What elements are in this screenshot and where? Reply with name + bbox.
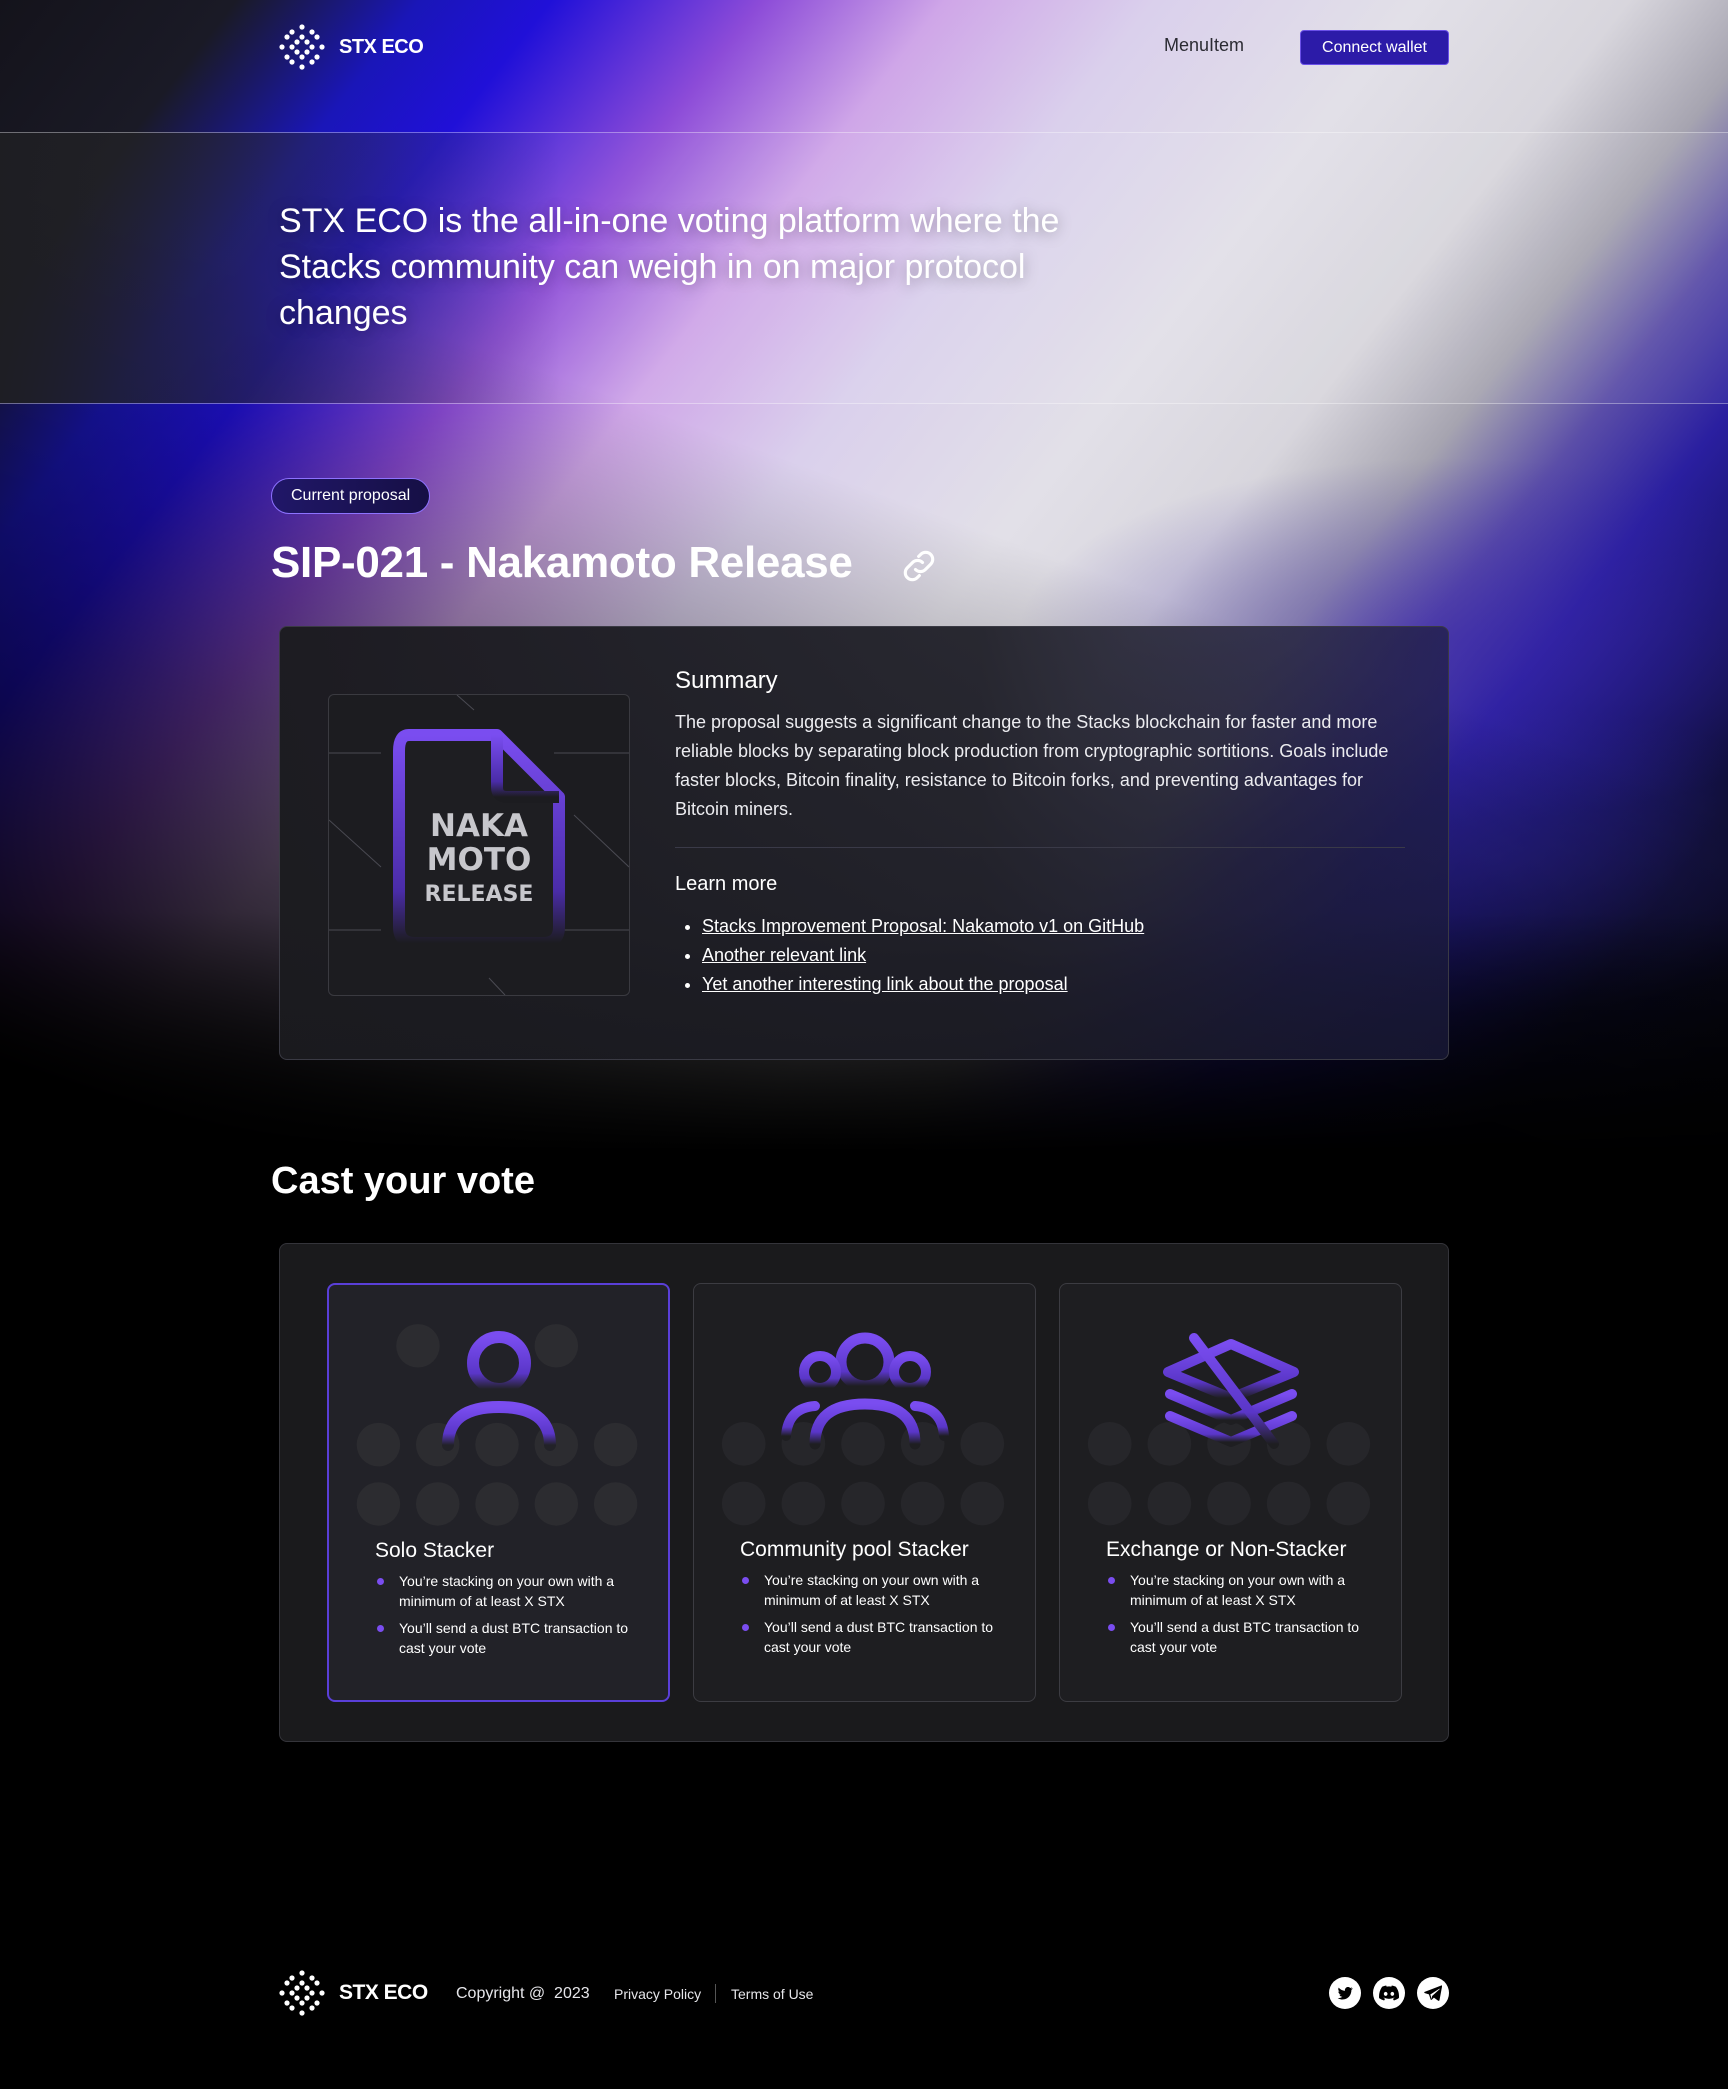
brand-logo[interactable]: STX ECO xyxy=(279,24,424,70)
list-item: You’ll send a dust BTC transaction to ca… xyxy=(740,1617,1020,1657)
nakamoto-release-artwork: NAKA MOTO RELEASE xyxy=(328,694,630,996)
proposal-title: SIP-021 - Nakamoto Release xyxy=(271,538,853,587)
vote-options-panel: Solo Stacker You’re stacking on your own… xyxy=(279,1243,1449,1742)
vote-option-community-pool-stacker[interactable]: Community pool Stacker You’re stacking o… xyxy=(693,1283,1036,1702)
list-item: You’ll send a dust BTC transaction to ca… xyxy=(1106,1617,1386,1657)
list-item: Another relevant link xyxy=(702,941,1144,970)
proposal-summary-card: NAKA MOTO RELEASE Summary The proposal s… xyxy=(279,626,1449,1060)
nav-menu-item[interactable]: MenuItem xyxy=(1164,35,1244,56)
vote-option-solo-stacker[interactable]: Solo Stacker You’re stacking on your own… xyxy=(327,1283,670,1702)
twitter-icon[interactable] xyxy=(1329,1977,1361,2009)
connect-wallet-button[interactable]: Connect wallet xyxy=(1300,30,1449,65)
option-title: Solo Stacker xyxy=(375,1539,495,1562)
copy-link-icon[interactable] xyxy=(898,545,940,587)
vote-option-exchange-non-stacker[interactable]: Exchange or Non-Stacker You’re stacking … xyxy=(1059,1283,1402,1702)
github-proposal-link[interactable]: Stacks Improvement Proposal: Nakamoto v1… xyxy=(702,916,1144,936)
telegram-icon[interactable] xyxy=(1417,1977,1449,2009)
art-line-2: MOTO xyxy=(427,842,532,878)
list-item: Yet another interesting link about the p… xyxy=(702,970,1144,999)
relevant-link[interactable]: Another relevant link xyxy=(702,945,866,965)
art-line-3: RELEASE xyxy=(425,882,534,907)
brand-name: STX ECO xyxy=(339,35,424,58)
users-group-icon xyxy=(780,1332,949,1450)
hero-tagline: STX ECO is the all-in-one voting platfor… xyxy=(279,202,1060,332)
option-bullets: You’re stacking on your own with a minim… xyxy=(375,1571,655,1665)
stx-eco-logo-icon xyxy=(279,24,325,70)
option-title: Community pool Stacker xyxy=(740,1538,969,1561)
list-item: You’re stacking on your own with a minim… xyxy=(740,1570,1020,1610)
learn-more-heading: Learn more xyxy=(675,873,778,895)
user-icon xyxy=(441,1331,556,1451)
learn-more-links: Stacks Improvement Proposal: Nakamoto v1… xyxy=(675,912,1144,999)
terms-of-use-link[interactable]: Terms of Use xyxy=(731,1986,813,2002)
option-bullets: You’re stacking on your own with a minim… xyxy=(1106,1570,1386,1664)
list-item: You’re stacking on your own with a minim… xyxy=(375,1571,655,1611)
privacy-policy-link[interactable]: Privacy Policy xyxy=(614,1986,701,2002)
footer-divider xyxy=(715,1984,716,2003)
summary-heading: Summary xyxy=(675,667,778,694)
list-item: You’re stacking on your own with a minim… xyxy=(1106,1570,1386,1610)
copyright-text: Copyright @ 2023 xyxy=(456,1985,590,2002)
summary-text: The proposal suggests a significant chan… xyxy=(675,712,1389,819)
summary-divider xyxy=(675,847,1405,848)
option-bullets: You’re stacking on your own with a minim… xyxy=(740,1570,1020,1664)
cast-vote-heading: Cast your vote xyxy=(271,1160,535,1202)
option-title: Exchange or Non-Stacker xyxy=(1106,1538,1347,1561)
footer-brand-logo[interactable]: STX ECO xyxy=(279,1970,428,2016)
footer: STX ECO Copyright @ 2023 Privacy Policy … xyxy=(0,1960,1728,2030)
layers-off-icon xyxy=(1162,1333,1299,1449)
discord-icon[interactable] xyxy=(1373,1977,1405,2009)
interesting-link[interactable]: Yet another interesting link about the p… xyxy=(702,974,1068,994)
list-item: You’ll send a dust BTC transaction to ca… xyxy=(375,1618,655,1658)
stx-eco-logo-icon xyxy=(279,1970,325,2016)
footer-brand-name: STX ECO xyxy=(339,1981,428,2004)
art-line-1: NAKA xyxy=(430,808,528,844)
list-item: Stacks Improvement Proposal: Nakamoto v1… xyxy=(702,912,1144,941)
current-proposal-badge: Current proposal xyxy=(271,478,431,514)
document-icon: NAKA MOTO RELEASE xyxy=(329,695,629,995)
top-navigation: STX ECO MenuItem Connect wallet xyxy=(0,0,1728,96)
